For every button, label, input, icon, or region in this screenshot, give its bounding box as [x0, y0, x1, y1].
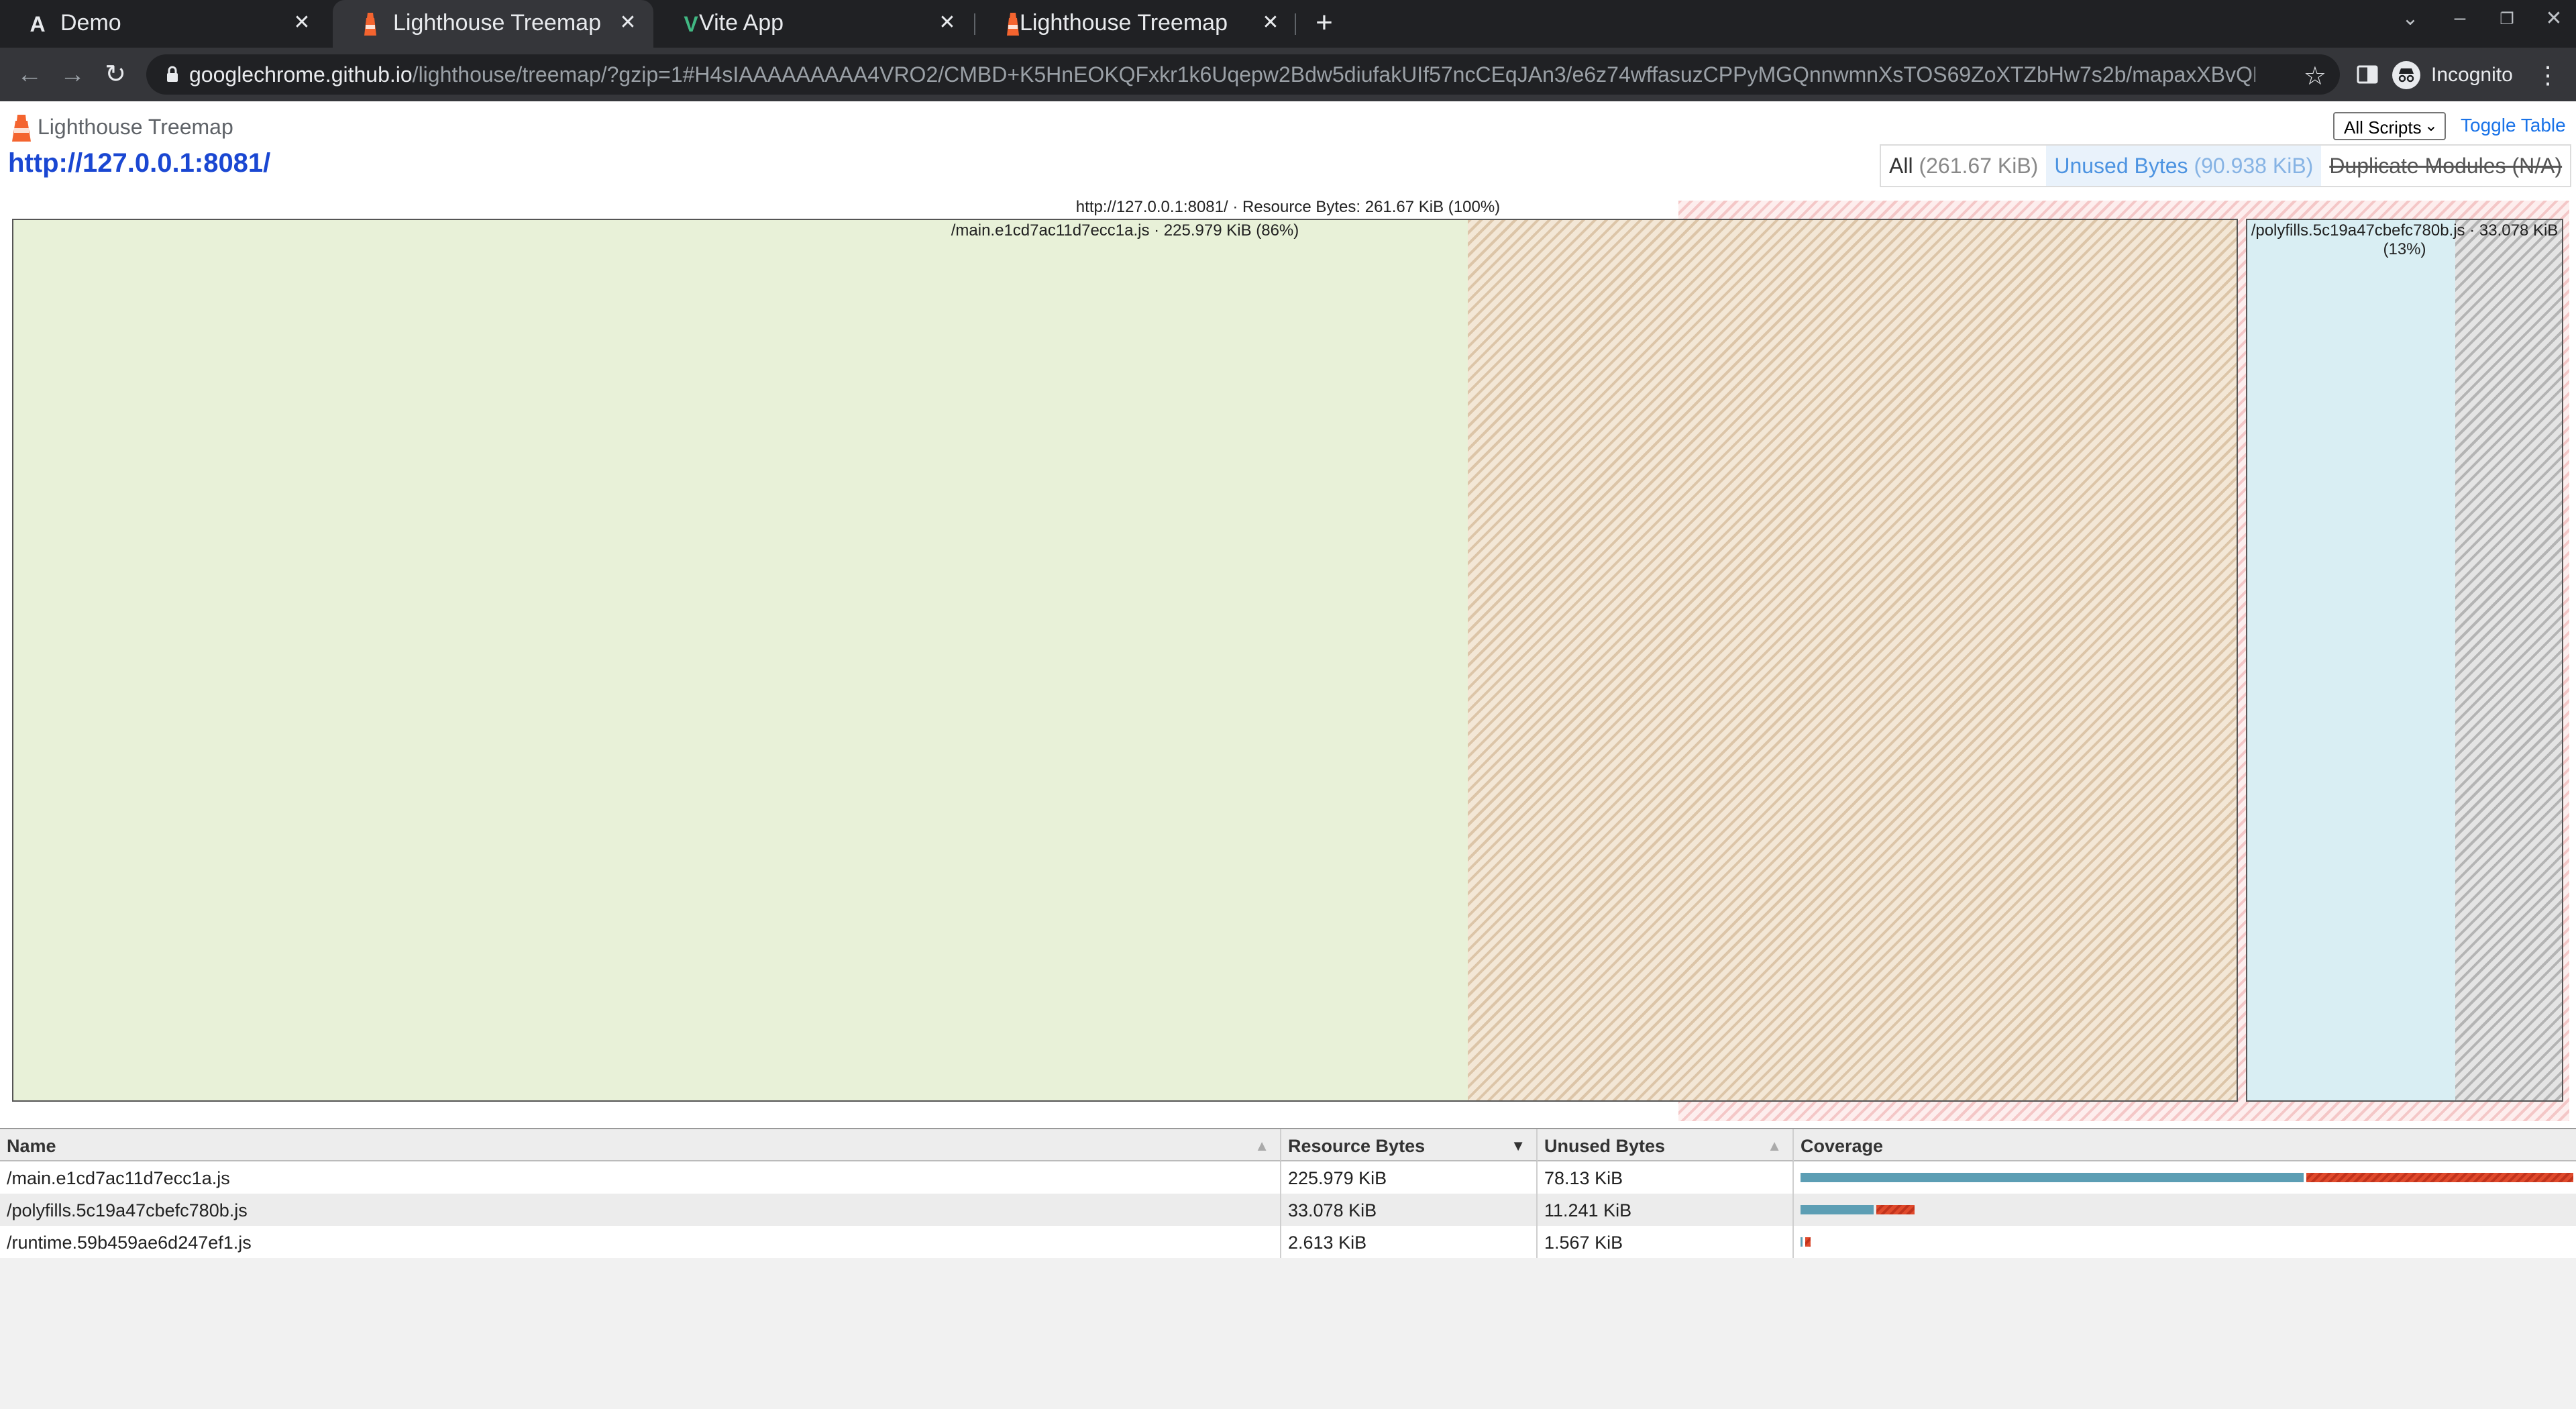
cell-unused-bytes: 78.13 KiB: [1538, 1161, 1794, 1194]
column-label: Name: [7, 1136, 56, 1156]
column-header-name[interactable]: Name ▲: [0, 1129, 1281, 1161]
scripts-filter-select[interactable]: All Scripts ⌄: [2333, 112, 2446, 140]
app-title: Lighthouse Treemap: [38, 115, 233, 139]
view-mode-duplicate-modules: Duplicate Modules (N/A): [2321, 146, 2570, 186]
url-host: googlechrome.github.io: [189, 62, 413, 87]
cell-name: /runtime.59b459ae6d247ef1.js: [0, 1226, 1281, 1258]
page-url-link[interactable]: http://127.0.0.1:8081/: [8, 148, 270, 178]
view-mode-label: Duplicate Modules: [2329, 154, 2506, 178]
coverage-used-bar: [1801, 1205, 1874, 1214]
close-icon[interactable]: ✕: [288, 9, 315, 36]
tab-vite-app[interactable]: V Vite App ✕: [653, 0, 973, 48]
new-tab-plus-icon[interactable]: +: [1308, 8, 1340, 40]
url-path: /lighthouse/treemap/?gzip=1#H4sIAAAAAAAA…: [412, 62, 2255, 87]
incognito-label: Incognito: [2431, 64, 2513, 86]
close-icon[interactable]: ✕: [1257, 9, 1284, 36]
menu-kebab-icon[interactable]: ⋮: [2534, 61, 2561, 89]
url-text: googlechrome.github.io/lighthouse/treema…: [189, 62, 2255, 87]
browser-toolbar: ← → ↻ googlechrome.github.io/lighthouse/…: [0, 48, 2576, 101]
cell-unused-bytes: 11.241 KiB: [1538, 1194, 1794, 1226]
column-header-resource-bytes[interactable]: Resource Bytes ▼: [1281, 1129, 1538, 1161]
column-header-unused-bytes[interactable]: Unused Bytes ▲: [1538, 1129, 1794, 1161]
letter-a-icon: A: [30, 11, 46, 36]
back-arrow-icon[interactable]: ←: [13, 58, 46, 91]
sort-down-icon: ▼: [1511, 1137, 1525, 1154]
incognito-icon: [2392, 61, 2420, 89]
tab-title: Demo: [60, 10, 121, 36]
forward-arrow-icon[interactable]: →: [56, 58, 89, 91]
incognito-indicator[interactable]: Incognito: [2392, 57, 2513, 93]
close-icon[interactable]: ✕: [934, 9, 961, 36]
view-mode-label: Unused Bytes: [2054, 154, 2188, 178]
address-bar[interactable]: googlechrome.github.io/lighthouse/treema…: [146, 54, 2340, 95]
coverage-used-bar: [1801, 1173, 2304, 1182]
coverage-unused-bar: [1876, 1205, 1915, 1214]
tab-lighthouse-treemap[interactable]: Lighthouse Treemap ✕: [975, 0, 1296, 48]
cell-resource-bytes: 225.979 KiB: [1281, 1161, 1538, 1194]
treemap-node-polyfills-js[interactable]: /polyfills.5c19a47cbefc780b.js · 33.078 …: [2246, 219, 2563, 1102]
treemap: http://127.0.0.1:8081/ · Resource Bytes:…: [0, 195, 2576, 1225]
table-row[interactable]: /main.e1cd7ac11d7ecc1a.js 225.979 KiB 78…: [0, 1161, 2576, 1194]
view-mode-all[interactable]: All (261.67 KiB): [1881, 146, 2046, 186]
sort-up-icon: ▲: [1254, 1137, 1269, 1154]
coverage-unused-bar: [1805, 1237, 1811, 1247]
minimize-icon[interactable]: –: [2443, 7, 2477, 30]
toggle-table-button[interactable]: Toggle Table: [2461, 115, 2566, 136]
coverage-used-bar: [1801, 1237, 1803, 1247]
table-row[interactable]: /runtime.59b459ae6d247ef1.js 2.613 KiB 1…: [0, 1226, 2576, 1258]
scripts-table: Name ▲ Resource Bytes ▼ Unused Bytes ▲ C…: [0, 1128, 2576, 1409]
tab-strip: A Demo ✕ Lighthouse Treemap ✕ V Vite App…: [0, 0, 2576, 48]
column-header-coverage[interactable]: Coverage: [1794, 1129, 2576, 1161]
view-mode-label: All: [1889, 154, 1913, 178]
table-row[interactable]: /polyfills.5c19a47cbefc780b.js 33.078 Ki…: [0, 1194, 2576, 1226]
restore-icon[interactable]: ❐: [2490, 9, 2524, 29]
tab-title: Lighthouse Treemap: [1020, 10, 1228, 36]
bookmark-star-icon[interactable]: ☆: [2304, 61, 2326, 91]
cell-resource-bytes: 33.078 KiB: [1281, 1194, 1538, 1226]
tab-title: Lighthouse Treemap: [393, 10, 601, 36]
cell-coverage: [1794, 1194, 2576, 1226]
tab-separator: [1295, 13, 1296, 35]
column-label: Unused Bytes: [1544, 1136, 1666, 1156]
unused-bytes-region: [2455, 220, 2562, 1100]
view-mode-size: (90.938 KiB): [2194, 154, 2314, 178]
side-panel-icon[interactable]: [2356, 63, 2379, 86]
scripts-filter-value: All Scripts: [2344, 117, 2422, 138]
tab-lighthouse-treemap-active[interactable]: Lighthouse Treemap ✕: [333, 0, 653, 48]
treemap-root-label: http://127.0.0.1:8081/ · Resource Bytes:…: [1075, 198, 1501, 216]
view-mode-switcher: All (261.67 KiB) Unused Bytes (90.938 Ki…: [1880, 144, 2572, 187]
cell-name: /polyfills.5c19a47cbefc780b.js: [0, 1194, 1281, 1226]
chevron-down-icon: ⌄: [2424, 117, 2438, 135]
treemap-page: Lighthouse Treemap http://127.0.0.1:8081…: [0, 101, 2576, 1409]
cell-coverage: [1794, 1226, 2576, 1258]
view-mode-size: (N/A): [2512, 154, 2563, 178]
tab-search-chevron-icon[interactable]: ⌄: [2394, 7, 2427, 30]
view-mode-unused-bytes[interactable]: Unused Bytes (90.938 KiB): [2046, 146, 2322, 186]
lock-icon: [167, 66, 178, 82]
cell-resource-bytes: 2.613 KiB: [1281, 1226, 1538, 1258]
treemap-header: Lighthouse Treemap http://127.0.0.1:8081…: [0, 101, 2576, 195]
tab-demo[interactable]: A Demo ✕: [0, 0, 327, 48]
sort-up-icon: ▲: [1767, 1137, 1782, 1154]
cell-name: /main.e1cd7ac11d7ecc1a.js: [0, 1161, 1281, 1194]
close-window-icon[interactable]: ✕: [2537, 7, 2571, 30]
reload-icon[interactable]: ↻: [99, 58, 131, 91]
treemap-node-label: /main.e1cd7ac11d7ecc1a.js · 225.979 KiB …: [951, 221, 1299, 240]
column-label: Coverage: [1801, 1136, 1884, 1156]
close-icon[interactable]: ✕: [614, 9, 641, 36]
column-label: Resource Bytes: [1288, 1136, 1426, 1156]
treemap-node-main-js[interactable]: /main.e1cd7ac11d7ecc1a.js · 225.979 KiB …: [12, 219, 2238, 1102]
treemap-node-label: /polyfills.5c19a47cbefc780b.js · 33.078 …: [2251, 221, 2559, 258]
unused-bytes-region: [1468, 220, 2237, 1100]
tab-title: Vite App: [699, 10, 784, 36]
cell-unused-bytes: 1.567 KiB: [1538, 1226, 1794, 1258]
lighthouse-icon: [357, 11, 384, 38]
cell-coverage: [1794, 1161, 2576, 1194]
coverage-unused-bar: [2306, 1173, 2573, 1182]
view-mode-size: (261.67 KiB): [1919, 154, 2039, 178]
lighthouse-logo-icon: [12, 115, 31, 142]
